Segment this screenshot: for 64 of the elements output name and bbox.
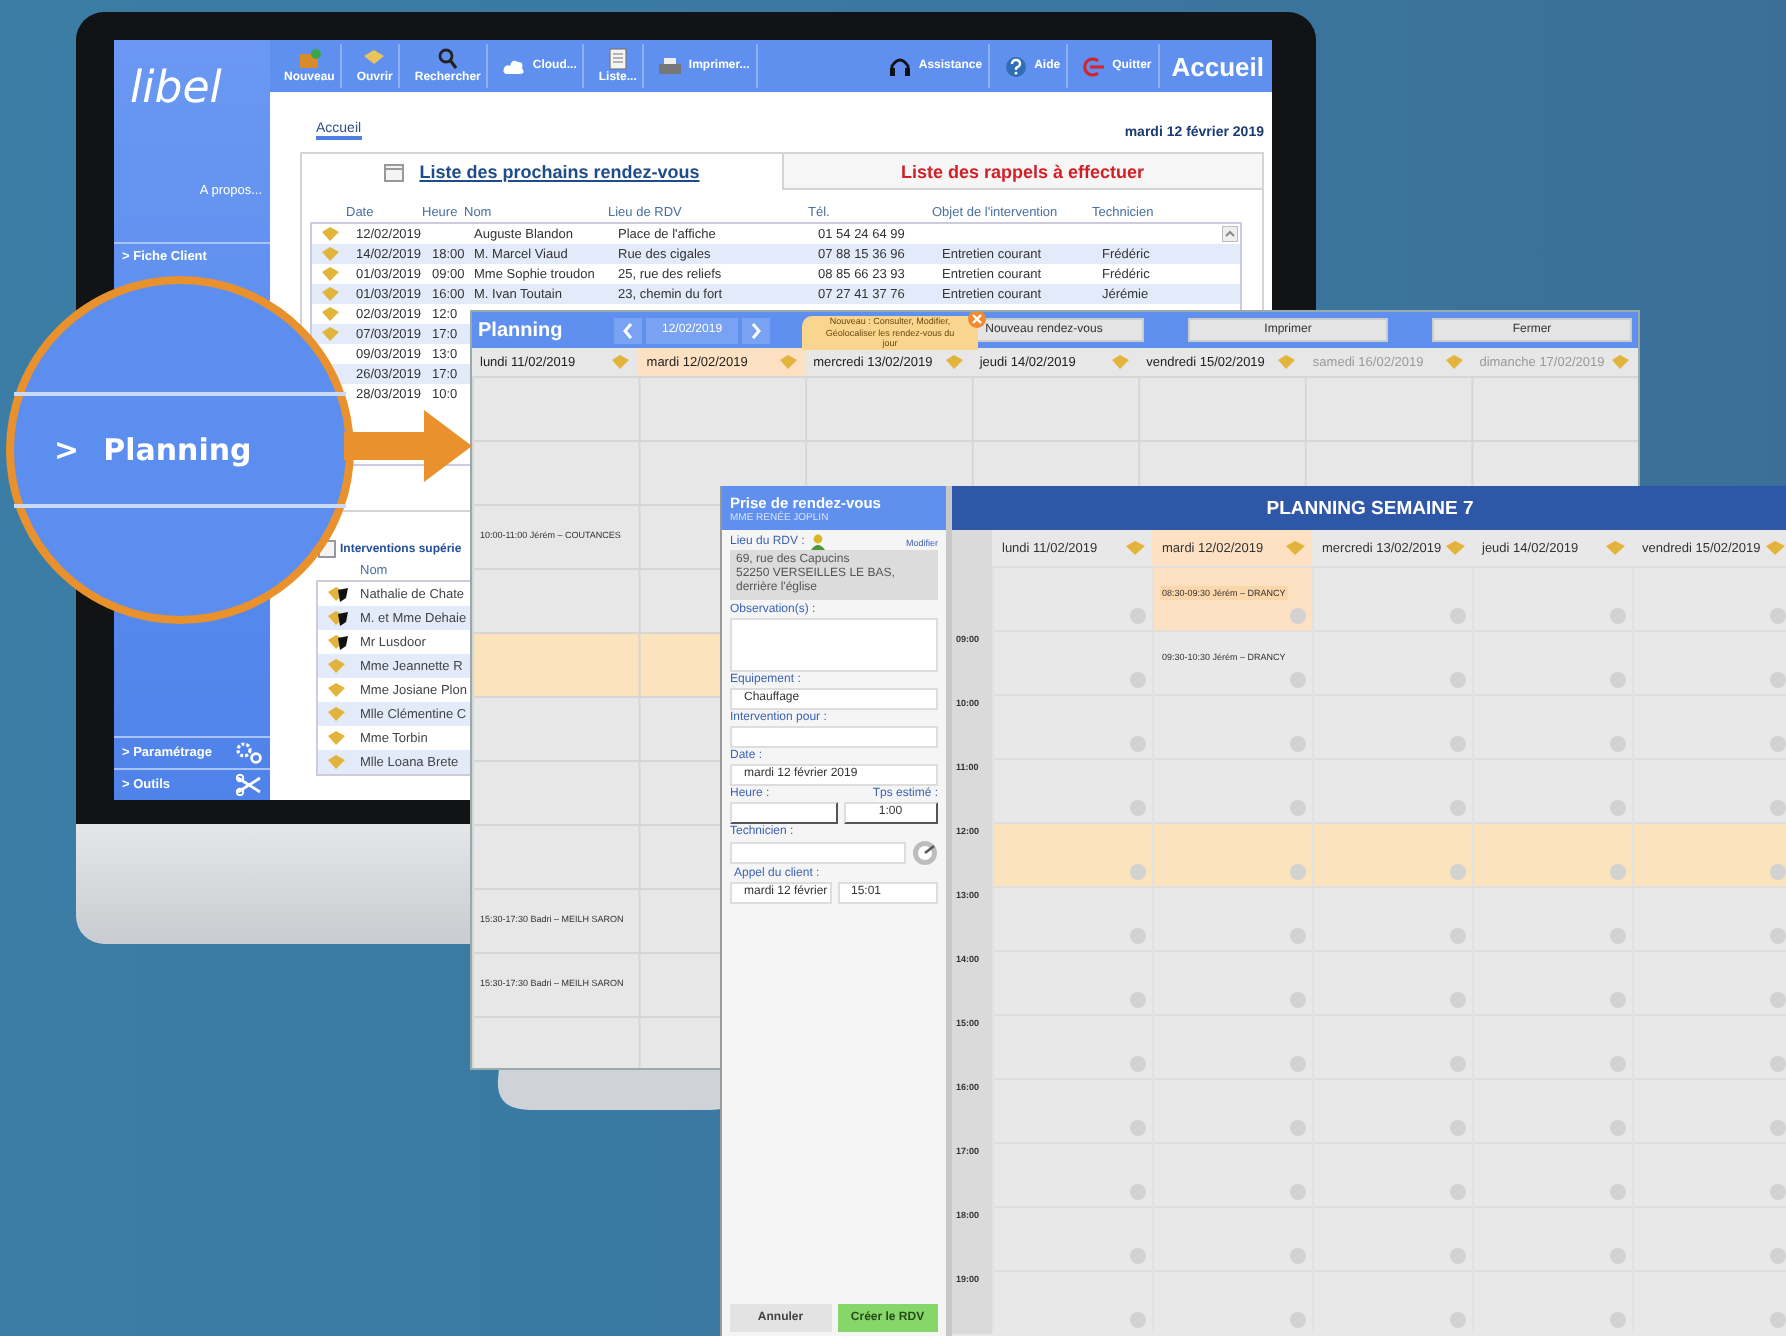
calendar-cell[interactable]	[1472, 758, 1632, 822]
note-icon	[1604, 540, 1626, 556]
note-icon	[1444, 540, 1466, 556]
chevron: >	[54, 432, 80, 468]
note-icon	[1764, 540, 1786, 556]
corner-cell	[952, 530, 992, 566]
calendar-cell[interactable]	[1472, 822, 1632, 886]
calendar-cell[interactable]	[1312, 630, 1472, 694]
technician-field[interactable]	[730, 842, 906, 864]
calendar-cell[interactable]	[992, 566, 1152, 630]
next-button[interactable]	[742, 317, 771, 343]
calendar-cell[interactable]	[992, 630, 1152, 694]
calendar-cell[interactable]	[1632, 886, 1786, 950]
note-icon	[1124, 540, 1146, 556]
intervention-field[interactable]	[730, 726, 938, 748]
note-icon	[943, 354, 964, 370]
note-icon	[1443, 354, 1464, 370]
printer-icon	[658, 55, 683, 77]
circle-icon[interactable]	[1290, 608, 1306, 624]
note-icon	[1110, 354, 1131, 370]
circle-icon[interactable]	[1130, 864, 1146, 880]
gears-icon	[236, 742, 262, 764]
circle-icon[interactable]	[1610, 864, 1626, 880]
calendar-cell[interactable]	[1632, 822, 1786, 886]
calendar-cell[interactable]	[992, 758, 1152, 822]
calendar-icon	[383, 163, 404, 181]
note-icon	[1284, 540, 1306, 556]
help-icon	[1004, 55, 1029, 77]
person-icon	[810, 534, 827, 550]
calendar-cell[interactable]	[1152, 758, 1312, 822]
circle-icon[interactable]	[1450, 864, 1466, 880]
week-header: PLANNING SEMAINE 7	[952, 486, 1786, 530]
headset-icon	[888, 55, 913, 77]
calendar-cell[interactable]	[1472, 886, 1632, 950]
hour-field[interactable]	[730, 802, 837, 824]
logo: libel	[130, 64, 224, 116]
observation-field[interactable]	[730, 618, 938, 672]
power-icon	[1082, 55, 1107, 77]
calendar-cell[interactable]	[992, 822, 1152, 886]
window-title: Planning	[478, 319, 565, 341]
note-icon	[1276, 354, 1297, 370]
list-icon	[605, 48, 630, 70]
circle-icon[interactable]	[1290, 864, 1306, 880]
calendar-cell[interactable]	[1632, 758, 1786, 822]
calendar-cell[interactable]	[992, 886, 1152, 950]
new-document-icon	[297, 48, 322, 70]
gauge-icon[interactable]	[912, 840, 938, 866]
close-icon[interactable]	[968, 312, 986, 328]
note-icon	[1609, 354, 1630, 370]
note-icon	[777, 354, 798, 370]
calendar-cell[interactable]	[1312, 822, 1472, 886]
calendar-cell[interactable]	[1312, 566, 1472, 630]
magnifier-icon	[435, 48, 460, 70]
calendar-cell[interactable]	[1312, 886, 1472, 950]
previous-button[interactable]	[614, 317, 642, 343]
list-tab[interactable]: Liste des rappels à effectuer	[781, 154, 1262, 190]
cloud-icon	[502, 55, 527, 77]
scroll-up-icon[interactable]	[1222, 226, 1238, 242]
circle-icon[interactable]	[1770, 864, 1786, 880]
note-icon	[610, 354, 631, 370]
calendar-cell[interactable]	[1152, 886, 1312, 950]
scissors-icon	[236, 774, 262, 796]
calendar-cell[interactable]	[1312, 758, 1472, 822]
calendar-cell[interactable]	[1152, 822, 1312, 886]
